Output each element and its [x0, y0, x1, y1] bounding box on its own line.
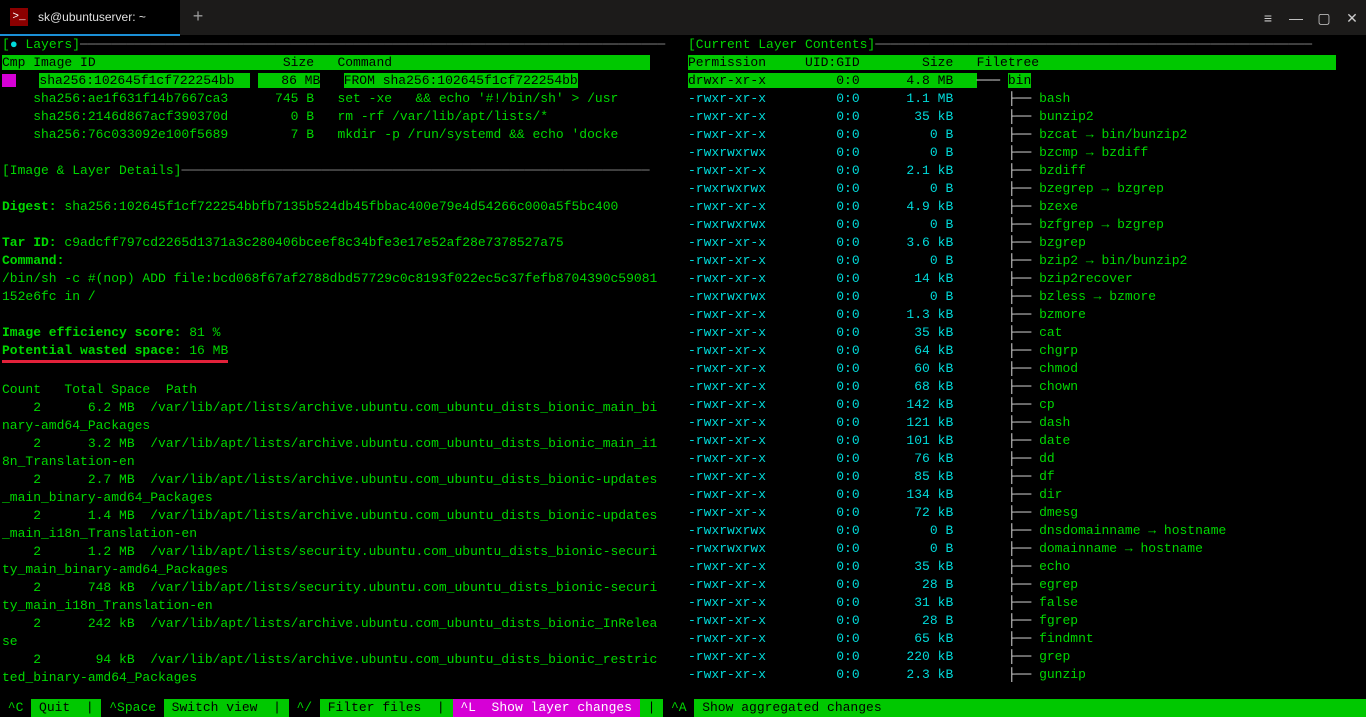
terminal-icon: >_ [10, 8, 28, 26]
layers-panel: [● Layers]──────────────────────────────… [2, 36, 680, 144]
tab-title: sk@ubuntuserver: ~ [38, 8, 146, 26]
window-titlebar: >_ sk@ubuntuserver: ~ + ≡ — ▢ ✕ [0, 0, 1366, 36]
minimize-button[interactable]: — [1282, 0, 1310, 36]
close-button[interactable]: ✕ [1338, 0, 1366, 36]
maximize-button[interactable]: ▢ [1310, 0, 1338, 36]
footer-bar: ^C Quit | ^Space Switch view | ^/ Filter… [0, 699, 1366, 717]
hamburger-icon[interactable]: ≡ [1254, 0, 1282, 36]
filetree-panel: [Current Layer Contents]────────────────… [688, 36, 1364, 684]
terminal-tab[interactable]: >_ sk@ubuntuserver: ~ [0, 0, 180, 36]
details-panel: [Image & Layer Details]─────────────────… [2, 144, 680, 687]
new-tab-button[interactable]: + [180, 9, 216, 27]
